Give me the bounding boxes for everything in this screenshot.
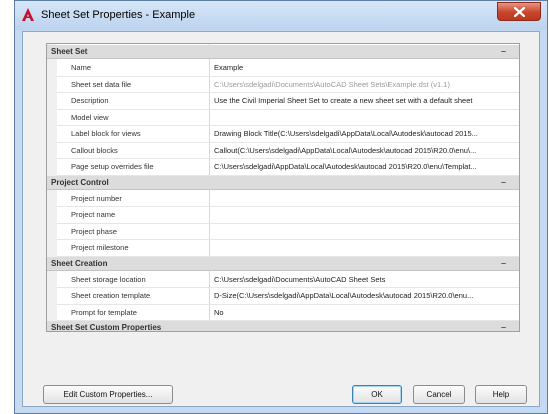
property-row[interactable]: Prompt for template No [57,305,519,321]
collapse-icon[interactable]: – [501,322,506,331]
property-value[interactable]: Callout(C:\Users\sdelgadi\AppData\Local\… [214,146,513,155]
property-grid: Sheet Set – Name Example Sheet set data file… [46,43,520,332]
edit-custom-properties-button[interactable]: Edit Custom Properties... [43,385,173,404]
property-name: Sheet creation template [71,291,151,300]
category-header[interactable]: Sheet Set Custom Properties – [47,321,519,332]
property-name: Prompt for template [71,307,137,317]
property-row[interactable]: Project milestone [57,240,519,257]
property-name: Sheet set data file [71,79,132,89]
cancel-button[interactable]: Cancel [413,385,465,404]
property-name: Project phase [71,226,117,236]
property-row[interactable]: Label block for views Drawing Block Title… [57,126,519,143]
autocad-logo-icon [22,8,34,21]
property-row[interactable]: Name Example [57,60,519,77]
category-header[interactable]: Sheet Creation – [47,256,519,271]
property-value[interactable]: D-Size(C:\Users\sdelgadi\AppData\Local\A… [214,291,513,300]
collapse-icon[interactable]: – [501,46,506,56]
property-row[interactable]: Project phase [57,224,519,240]
property-name: Page setup overrides file [71,162,154,171]
category-title: Sheet Creation [51,258,108,268]
property-name: Label block for views [71,129,141,138]
category-title: Project Control [51,177,109,187]
property-value[interactable]: No [214,308,513,317]
property-name: Name [71,63,92,72]
close-icon [514,7,525,17]
property-value[interactable]: Drawing Block Title(C:\Users\sdelgadi\Ap… [214,129,513,138]
property-value[interactable]: Example [214,63,513,72]
property-name: Callout blocks [71,145,118,155]
property-name: Model view [71,112,109,122]
category-header[interactable]: Project Control – [47,175,519,190]
property-row[interactable]: Description Use the Civil Imperial Sheet … [57,93,519,110]
category-header[interactable]: Sheet Set – [47,45,519,59]
property-value[interactable]: Use the Civil Imperial Sheet Set to crea… [214,96,513,105]
property-row[interactable]: Project name [57,207,519,224]
dialog-body: Sheet Set – Name Example Sheet set data file… [22,31,540,407]
property-row[interactable]: Sheet creation template D-Size(C:\Users\s… [57,288,519,305]
ok-button[interactable]: OK [352,385,402,404]
property-row[interactable]: Callout blocks Callout(C:\Users\sdelgadi\… [57,143,519,159]
property-name: Project number [71,193,122,203]
property-name: Description [71,96,109,105]
property-value[interactable]: C:\Users\sdelgadi\AppData\Local\Autodesk… [214,162,513,171]
collapse-icon[interactable]: – [501,177,506,187]
collapse-icon[interactable]: – [501,258,506,268]
title-bar[interactable]: Sheet Set Properties - Example [15,1,547,30]
property-row[interactable]: Model view [57,110,519,126]
sheet-set-properties-dialog: Sheet Set Properties - Example Sheet Set… [14,0,548,414]
property-row[interactable]: Sheet set data file C:\Users\sdelgadi\Doc… [57,77,519,93]
close-button[interactable] [497,2,541,21]
property-value[interactable]: C:\Users\sdelgadi\Documents\AutoCAD Shee… [214,80,513,89]
property-name: Project milestone [71,243,129,252]
property-name: Project name [71,210,116,219]
category-title: Sheet Set [51,47,88,56]
window-title: Sheet Set Properties - Example [41,9,196,21]
property-row[interactable]: Page setup overrides file C:\Users\sdelga… [57,159,519,176]
help-button[interactable]: Help [475,385,527,404]
property-row[interactable]: Sheet storage location C:\Users\sdelgadi\… [57,272,519,288]
property-name: Sheet storage location [71,274,146,284]
property-row[interactable]: Project number [57,191,519,207]
property-value[interactable]: C:\Users\sdelgadi\Documents\AutoCAD Shee… [214,275,513,284]
category-title: Sheet Set Custom Properties [51,323,162,332]
